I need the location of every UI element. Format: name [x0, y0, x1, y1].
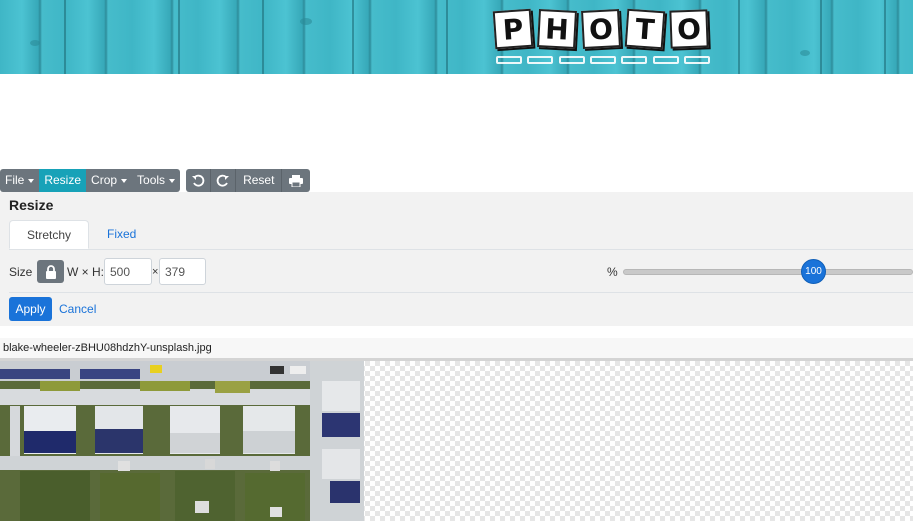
tools-menu-label: Tools — [137, 173, 166, 187]
resizer-wordmark-icon — [496, 56, 710, 66]
redo-button[interactable] — [211, 169, 236, 192]
wood-plank-line — [820, 0, 822, 74]
times-sign: × — [152, 266, 159, 278]
file-menu-label: File — [5, 173, 25, 187]
wood-plank-line — [446, 0, 448, 74]
wh-label: W × H: — [67, 265, 105, 279]
file-menu-button[interactable]: File — [0, 169, 40, 192]
logo-tile: H — [537, 9, 577, 49]
redo-icon — [216, 174, 230, 187]
wood-plank-line — [178, 0, 180, 74]
history-button-group: Reset — [186, 169, 311, 192]
file-name: blake-wheeler-zBHU08hdzhY-unsplash.jpg — [3, 342, 212, 354]
scale-slider-track[interactable] — [623, 269, 913, 275]
logo-tile: O — [581, 9, 621, 49]
header-banner: P H O T O — [0, 0, 913, 74]
resize-mode-tabs: Stretchy Fixed — [9, 220, 913, 250]
lock-icon — [45, 264, 56, 279]
print-icon — [289, 174, 304, 187]
file-info-bar: blake-wheeler-zBHU08hdzhY-unsplash.jpg — [0, 338, 913, 358]
scale-slider-thumb[interactable]: 100 — [801, 259, 826, 284]
aspect-lock-button[interactable] — [37, 260, 64, 283]
logo-tile: O — [669, 9, 709, 49]
wood-plank-line — [352, 0, 354, 74]
resize-label: Resize — [44, 173, 82, 187]
photo-resizer-logo[interactable]: P H O T O — [488, 6, 716, 70]
apply-button[interactable]: Apply — [9, 297, 52, 321]
cancel-link[interactable]: Cancel — [59, 297, 96, 321]
caret-down-icon — [121, 178, 128, 183]
resize-button[interactable]: Resize — [39, 169, 87, 192]
wood-knot — [800, 50, 810, 56]
print-button[interactable] — [282, 169, 311, 192]
percent-label: % — [607, 265, 618, 279]
logo-tile: T — [624, 8, 666, 50]
wood-knot — [30, 40, 40, 46]
slider-value: 100 — [805, 266, 822, 277]
wood-plank-line — [738, 0, 740, 74]
caret-down-icon — [169, 178, 176, 183]
panel-title: Resize — [9, 197, 54, 213]
wood-plank-line — [262, 0, 264, 74]
height-input[interactable] — [159, 258, 206, 285]
wood-plank-line — [884, 0, 886, 74]
resize-panel: Resize Stretchy Fixed Size W × H: × % 10… — [0, 192, 913, 326]
wood-plank-line — [64, 0, 66, 74]
caret-down-icon — [28, 178, 35, 183]
tab-stretchy[interactable]: Stretchy — [9, 220, 90, 249]
size-label: Size — [9, 265, 33, 279]
crop-menu-button[interactable]: Crop — [86, 169, 133, 192]
logo-tile: P — [492, 8, 534, 50]
reset-button[interactable]: Reset — [236, 169, 282, 192]
tab-fixed[interactable]: Fixed — [90, 220, 153, 249]
width-input[interactable] — [104, 258, 152, 285]
aerial-houses-photo[interactable] — [0, 361, 364, 521]
undo-button[interactable] — [186, 169, 211, 192]
undo-icon — [192, 174, 205, 187]
main-toolbar: File Resize Crop Tools Reset — [0, 169, 311, 192]
reset-label: Reset — [243, 173, 275, 187]
panel-divider — [9, 292, 913, 293]
size-row: Size W × H: × % 100 — [0, 258, 913, 286]
tools-menu-button[interactable]: Tools — [132, 169, 181, 192]
wood-knot — [300, 18, 312, 25]
crop-menu-label: Crop — [91, 173, 118, 187]
menu-button-group: File Resize Crop Tools — [0, 169, 181, 192]
photo-image — [0, 361, 364, 521]
